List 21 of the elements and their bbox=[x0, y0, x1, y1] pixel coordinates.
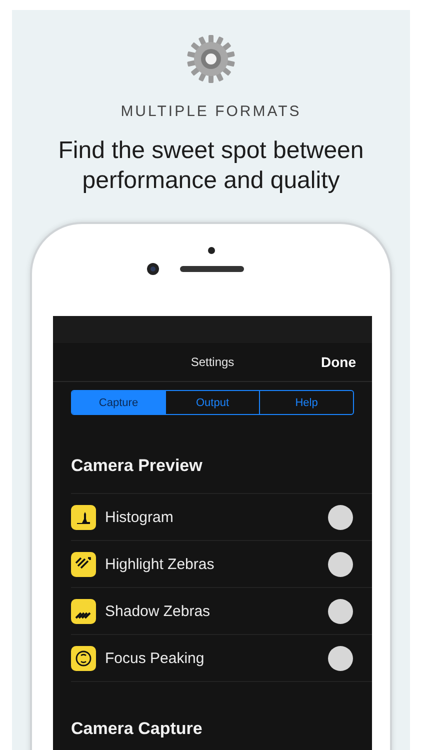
setting-label: Histogram bbox=[105, 508, 174, 526]
histogram-icon bbox=[71, 504, 96, 530]
section-title: Camera Preview bbox=[70, 455, 204, 477]
done-button[interactable]: Done bbox=[321, 354, 356, 370]
speaker-icon bbox=[180, 266, 244, 272]
nav-title: Settings bbox=[190, 355, 234, 369]
segment-tab[interactable]: Help bbox=[259, 391, 353, 414]
section-title: Camera Capture bbox=[70, 718, 204, 740]
feature-label: MULTIPLE FORMATS bbox=[120, 102, 302, 122]
zebra-stripes-icon bbox=[71, 552, 96, 576]
setting-label: Shadow Zebras bbox=[105, 602, 212, 620]
focus-icon bbox=[71, 646, 96, 670]
sensor-dot-icon bbox=[208, 247, 215, 254]
headline: Find the sweet spot between performance and quality bbox=[57, 136, 365, 196]
segment-tab[interactable]: Capture bbox=[72, 391, 165, 414]
zebra-stripes-icon bbox=[71, 598, 96, 624]
setting-label: Highlight Zebras bbox=[105, 556, 216, 572]
setting-label: Focus Peaking bbox=[105, 650, 206, 666]
segment-tab[interactable]: Output bbox=[165, 391, 259, 414]
gear-icon bbox=[186, 34, 236, 84]
camera-icon bbox=[147, 263, 159, 275]
